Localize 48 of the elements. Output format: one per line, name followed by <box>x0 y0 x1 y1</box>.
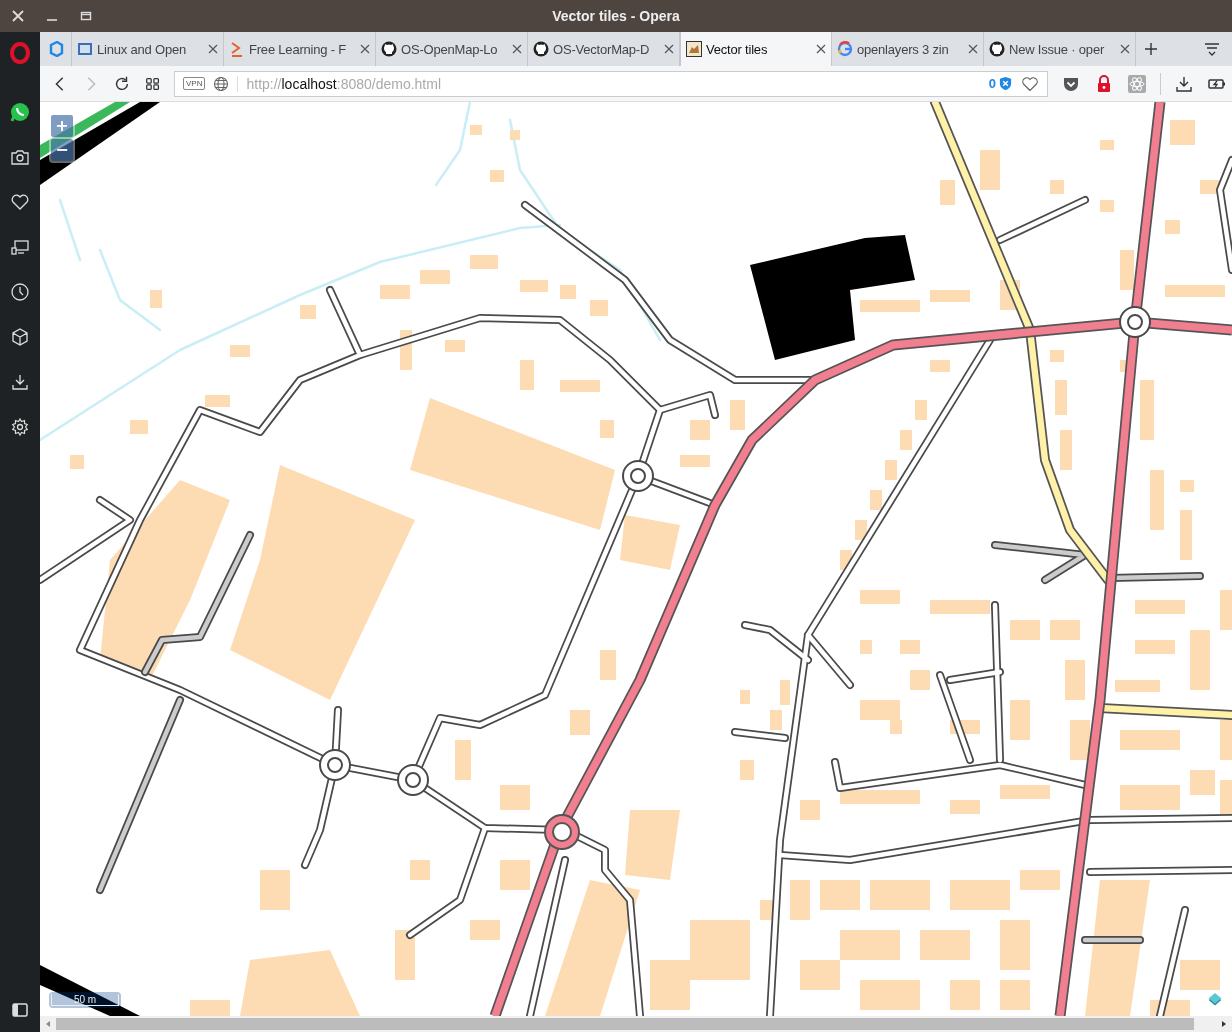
tab-label: Linux and Open <box>97 41 186 57</box>
scrollbar-thumb[interactable] <box>56 1018 1194 1030</box>
close-icon[interactable] <box>1120 44 1130 54</box>
shield-icon[interactable] <box>998 76 1013 91</box>
camera-icon[interactable] <box>10 147 30 167</box>
tab-label: Vector tiles <box>706 41 768 57</box>
close-icon[interactable] <box>816 44 826 54</box>
octocat-icon <box>533 41 549 57</box>
close-icon[interactable] <box>208 44 218 54</box>
map-drawing[interactable] <box>40 102 1232 1016</box>
close-icon[interactable] <box>512 44 522 54</box>
globe-icon <box>213 75 230 92</box>
opera-logo-icon[interactable] <box>10 42 30 64</box>
tab-label: OS-OpenMap-Lo <box>401 41 498 57</box>
url-field[interactable]: VPN http://localhost:8080/demo.html 0 <box>174 70 1048 97</box>
heart-icon[interactable] <box>10 192 30 212</box>
chat-icon[interactable] <box>10 102 30 122</box>
sidebar-toggle-icon[interactable] <box>10 1000 30 1020</box>
vpn-badge[interactable]: VPN <box>183 77 206 90</box>
scale-label: 50 m <box>51 994 119 1006</box>
devices-icon[interactable] <box>10 237 30 257</box>
blocked-count: 0 <box>988 76 996 91</box>
cube-icon[interactable] <box>10 327 30 347</box>
chevron-icon <box>229 41 245 57</box>
zoom-out-button[interactable]: − <box>51 139 73 161</box>
tab-label: New Issue · oper <box>1009 41 1105 57</box>
new-tab-icon[interactable] <box>1144 42 1158 56</box>
clock-icon[interactable] <box>10 282 30 302</box>
close-icon[interactable] <box>360 44 370 54</box>
tab-label: OS-VectorMap-D <box>553 41 650 57</box>
octocat-icon <box>381 41 397 57</box>
reload-icon[interactable] <box>113 74 131 93</box>
download-icon[interactable] <box>10 372 30 392</box>
tab-menu-icon[interactable] <box>1204 42 1220 56</box>
settings-icon[interactable] <box>10 417 30 437</box>
octocat-icon <box>989 41 1005 57</box>
window-title: Vector tiles - Opera <box>552 8 680 24</box>
tab-label: openlayers 3 zin <box>857 41 949 57</box>
google-icon <box>837 41 853 57</box>
close-icon[interactable] <box>664 44 674 54</box>
pinned-site-icon <box>48 41 64 57</box>
horizontal-scrollbar[interactable] <box>40 1016 1232 1032</box>
tab[interactable]: Vector tiles <box>680 32 832 66</box>
site-icon <box>77 41 93 57</box>
url-text: http://localhost:8080/demo.html <box>237 75 981 92</box>
restore-icon[interactable] <box>80 10 92 22</box>
close-icon[interactable] <box>968 44 978 54</box>
tab-label: Free Learning - F <box>249 41 347 57</box>
